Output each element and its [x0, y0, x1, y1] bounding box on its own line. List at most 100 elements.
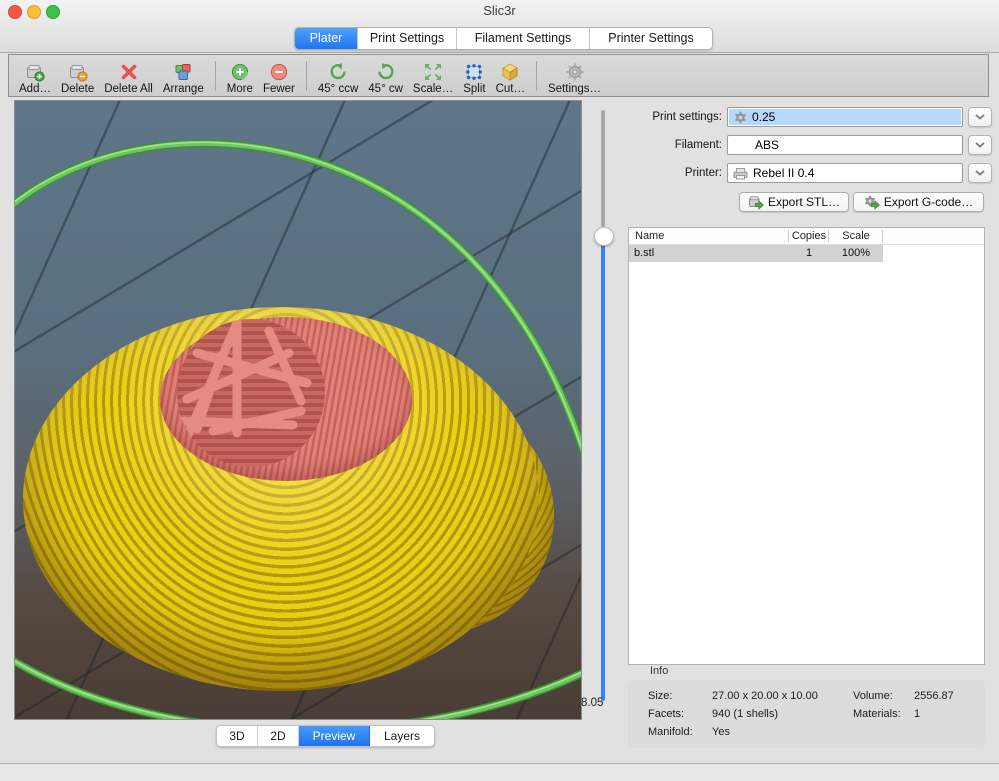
tab-filament-settings[interactable]: Filament Settings: [457, 28, 590, 49]
info-box: Size: 27.00 x 20.00 x 10.00 Volume: 2556…: [628, 680, 985, 748]
print-settings-selection: 0.25: [729, 109, 961, 125]
layer-slider-value: 8.05: [581, 697, 617, 709]
object-list-header: Name Copies Scale: [629, 228, 984, 245]
add-icon: [25, 62, 45, 83]
printer-icon: [733, 167, 748, 180]
export-gcode-button[interactable]: Export G-code…: [853, 192, 984, 212]
3d-preview-canvas[interactable]: [14, 100, 582, 720]
printer-label: Printer:: [628, 163, 722, 183]
arrange-label: Arrange: [163, 83, 204, 95]
bridge-infill-strands: [177, 319, 325, 467]
fewer-button[interactable]: Fewer: [263, 57, 295, 95]
scale-button[interactable]: Scale…: [413, 57, 453, 95]
size-value: 27.00 x 20.00 x 10.00: [712, 690, 818, 702]
split-button[interactable]: Split: [463, 57, 485, 95]
object-list[interactable]: Name Copies Scale b.stl 1 100%: [628, 227, 985, 665]
more-button[interactable]: More: [227, 57, 253, 95]
add-label: Add…: [19, 83, 51, 95]
view-tab-bar: 3D 2D Preview Layers: [216, 725, 435, 747]
arrange-button[interactable]: Arrange: [163, 57, 204, 95]
column-separator: [788, 230, 789, 242]
toolbar: Add… Delete Delete All Arrange More Fewe…: [8, 54, 989, 97]
delete-all-button[interactable]: Delete All: [104, 57, 153, 95]
tab-print-settings[interactable]: Print Settings: [358, 28, 457, 49]
layer-slider-track-lower[interactable]: [601, 227, 605, 701]
facets-value: 940 (1 shells): [712, 708, 778, 720]
cut-label: Cut…: [496, 83, 525, 95]
settings-gear-icon: [565, 62, 585, 83]
add-button[interactable]: Add…: [19, 57, 51, 95]
tab-preview[interactable]: Preview: [299, 726, 370, 746]
column-header-name[interactable]: Name: [635, 228, 664, 244]
info-section-title: Info: [650, 665, 668, 677]
column-separator: [882, 230, 883, 242]
delete-label: Delete: [61, 83, 94, 95]
cell-copies: 1: [789, 245, 829, 262]
print-settings-value: 0.25: [752, 110, 775, 124]
delete-all-label: Delete All: [104, 83, 153, 95]
delete-all-icon: [119, 62, 139, 83]
fewer-icon: [269, 62, 289, 83]
main-tab-bar: Plater Print Settings Filament Settings …: [294, 27, 713, 50]
layer-slider-thumb[interactable]: [594, 227, 614, 246]
layer-slider-track-upper[interactable]: [601, 110, 605, 227]
rotate-ccw-label: 45° ccw: [318, 83, 358, 95]
rotate-cw-label: 45° cw: [368, 83, 403, 95]
printer-value: Rebel II 0.4: [753, 166, 814, 180]
scale-label: Scale…: [413, 83, 453, 95]
table-row[interactable]: b.stl 1 100%: [629, 245, 883, 262]
window-title: Slic3r: [0, 0, 999, 22]
printer-dropdown-button[interactable]: [968, 163, 992, 183]
materials-label: Materials:: [853, 708, 901, 720]
chevron-down-icon: [975, 142, 985, 148]
column-header-scale[interactable]: Scale: [829, 228, 883, 244]
delete-icon: [68, 62, 88, 83]
print-settings-combo[interactable]: 0.25: [727, 107, 963, 127]
tab-layers[interactable]: Layers: [370, 726, 434, 746]
split-icon: [464, 62, 484, 83]
tab-printer-settings[interactable]: Printer Settings: [590, 28, 712, 49]
manifold-label: Manifold:: [648, 726, 693, 738]
manifold-value: Yes: [712, 726, 730, 738]
settings-label: Settings…: [548, 83, 601, 95]
window-bottom-strip: [0, 763, 999, 781]
toolbar-separator: [215, 61, 216, 91]
large-dome-bridge-infill: [177, 319, 325, 467]
cut-button[interactable]: Cut…: [496, 57, 525, 95]
print-settings-label: Print settings:: [628, 107, 722, 127]
rotate-ccw-button[interactable]: 45° ccw: [318, 57, 358, 95]
split-label: Split: [463, 83, 485, 95]
tab-2d[interactable]: 2D: [258, 726, 299, 746]
tab-3d[interactable]: 3D: [217, 726, 258, 746]
fewer-label: Fewer: [263, 83, 295, 95]
gear-icon: [734, 111, 747, 124]
export-stl-icon: [748, 195, 764, 210]
size-label: Size:: [648, 690, 672, 702]
column-separator: [828, 230, 829, 242]
chevron-down-icon: [975, 114, 985, 120]
volume-value: 2556.87: [914, 690, 954, 702]
tab-plater[interactable]: Plater: [295, 28, 358, 49]
filament-dropdown-button[interactable]: [968, 135, 992, 155]
rotate-cw-button[interactable]: 45° cw: [368, 57, 403, 95]
export-gcode-icon: [864, 195, 880, 210]
export-gcode-label: Export G-code…: [884, 195, 973, 209]
more-icon: [230, 62, 250, 83]
printer-combo[interactable]: Rebel II 0.4: [727, 163, 963, 183]
filament-value: ABS: [755, 138, 779, 152]
arrange-icon: [173, 62, 193, 83]
filament-label: Filament:: [628, 135, 722, 155]
filament-combo[interactable]: ABS: [727, 135, 963, 155]
settings-button[interactable]: Settings…: [548, 57, 601, 95]
scale-icon: [423, 62, 443, 83]
cell-name: b.stl: [634, 245, 654, 262]
facets-label: Facets:: [648, 708, 684, 720]
column-header-copies[interactable]: Copies: [789, 228, 829, 244]
delete-button[interactable]: Delete: [61, 57, 94, 95]
export-stl-label: Export STL…: [768, 195, 840, 209]
print-settings-dropdown-button[interactable]: [968, 107, 992, 127]
materials-value: 1: [914, 708, 920, 720]
more-label: More: [227, 83, 253, 95]
export-stl-button[interactable]: Export STL…: [739, 192, 849, 212]
rotate-cw-icon: [376, 62, 396, 83]
